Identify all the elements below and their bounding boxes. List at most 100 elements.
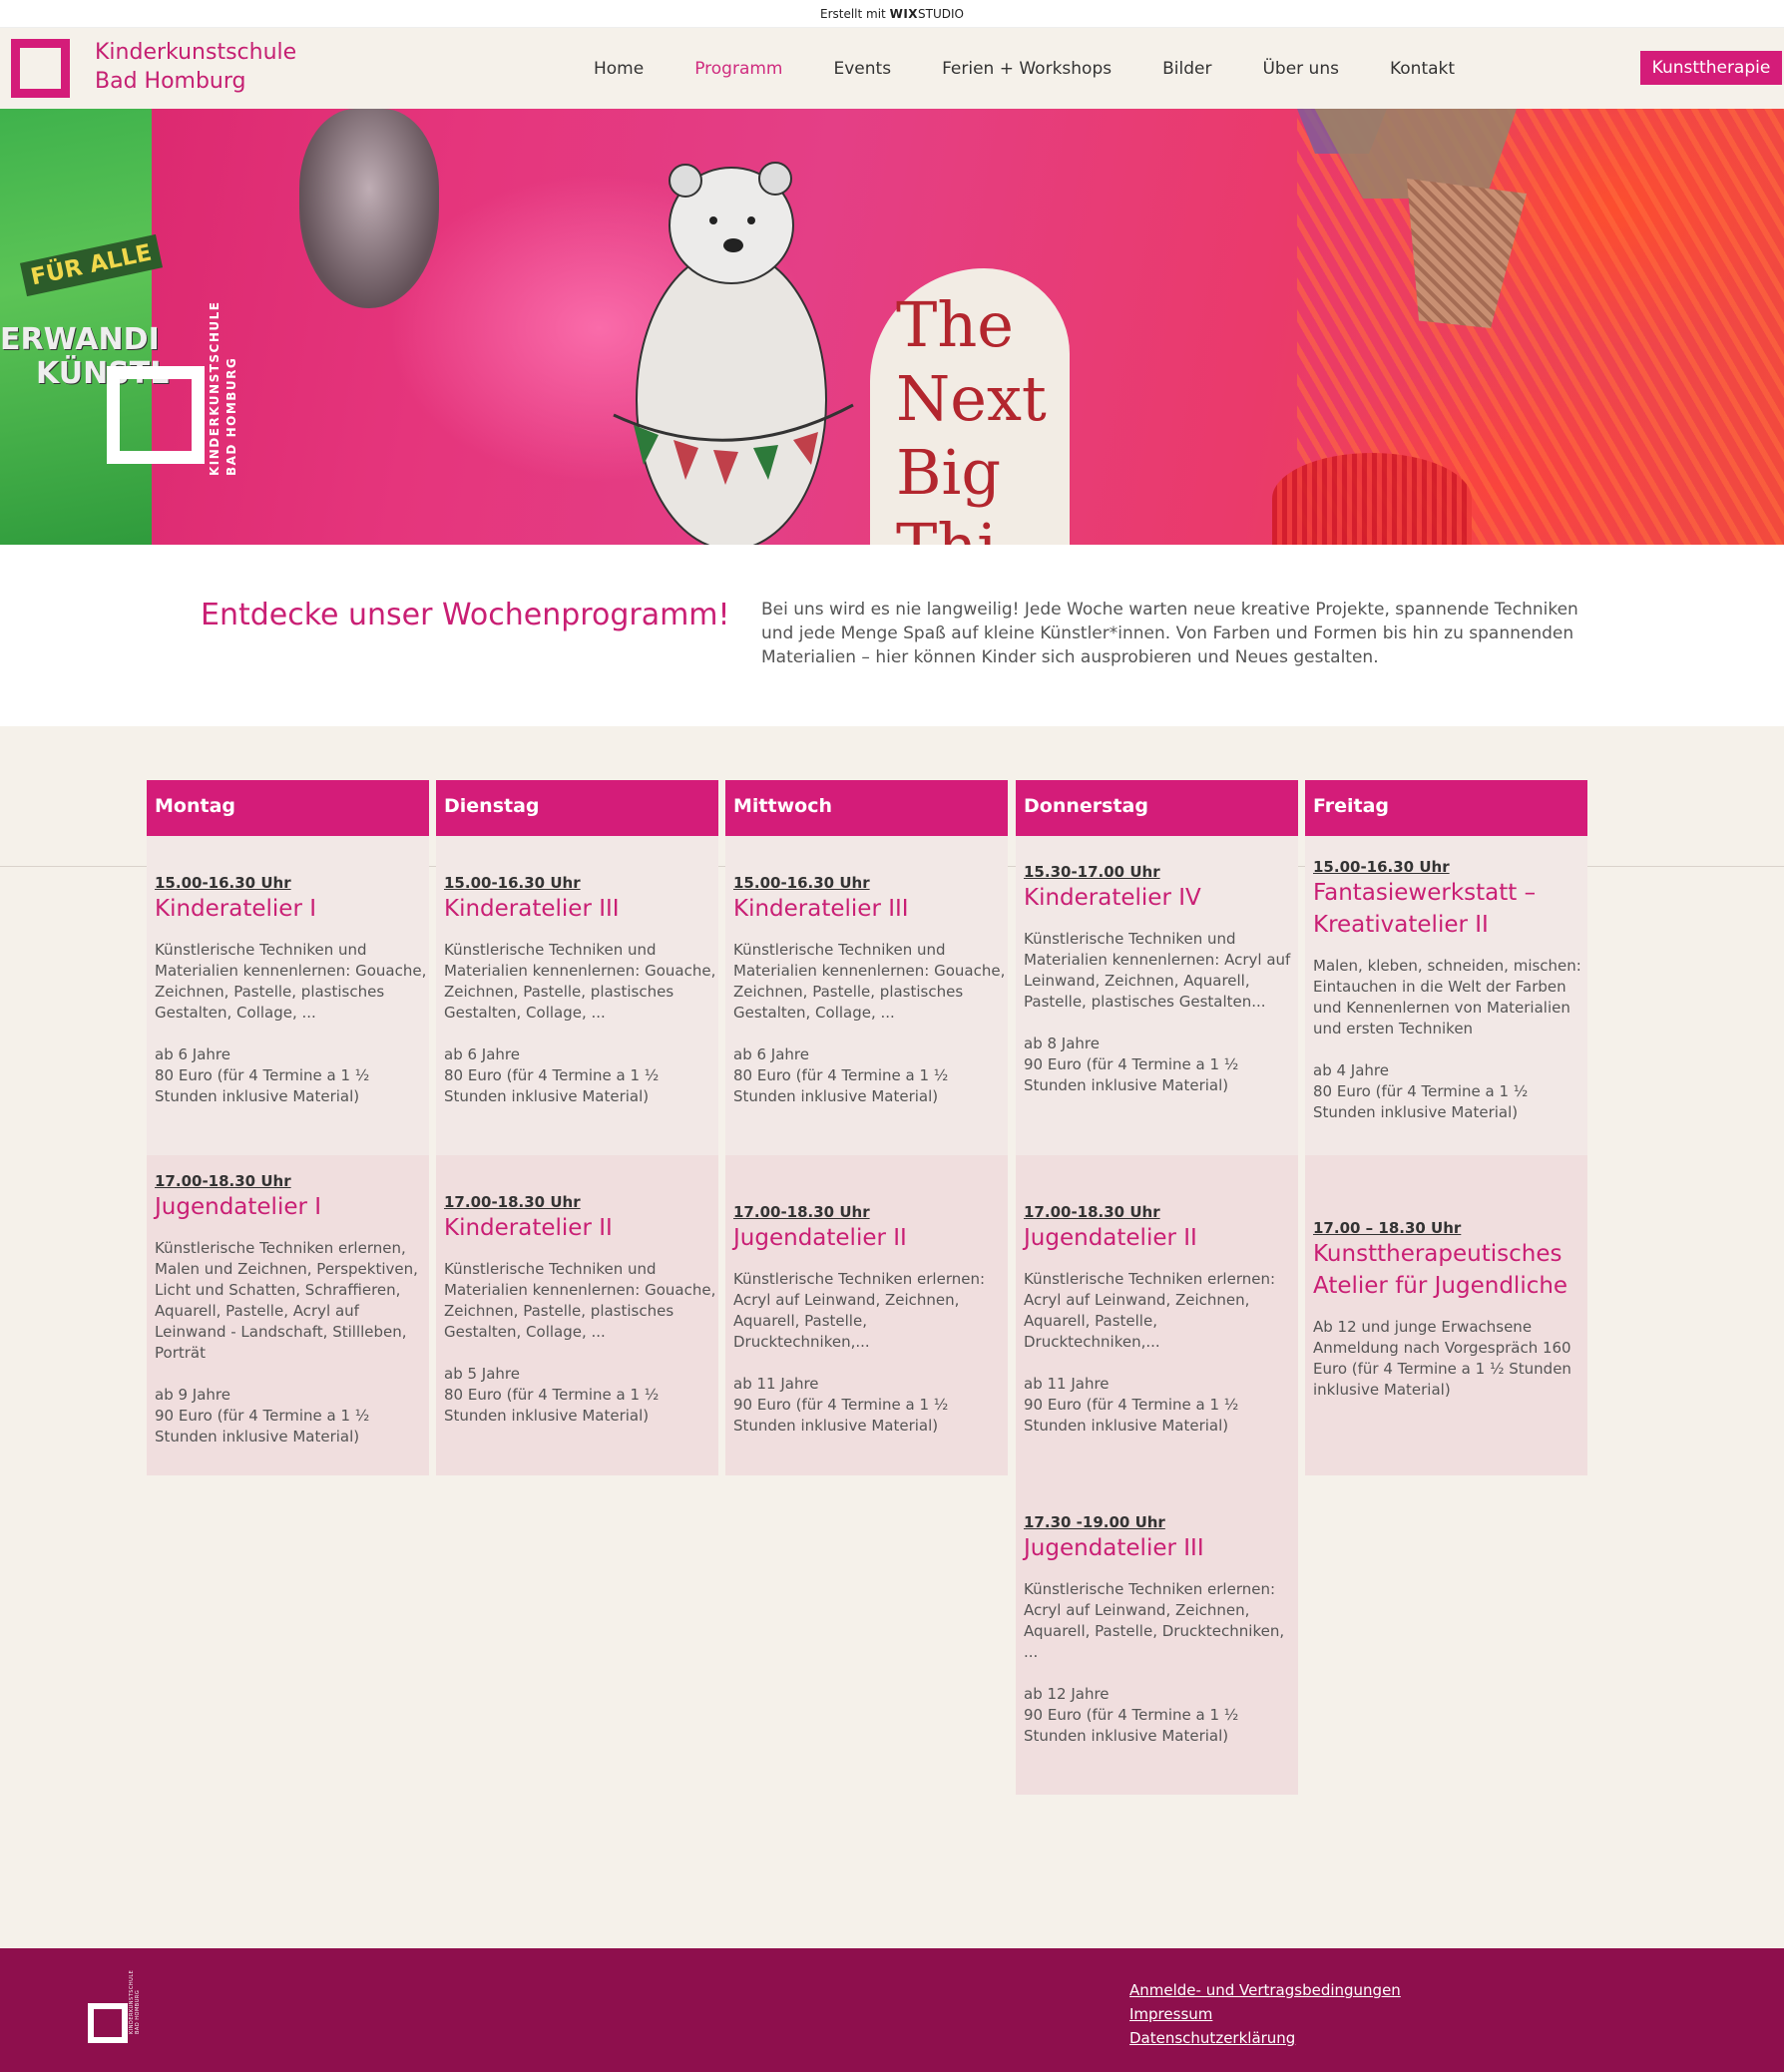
- hero-logo-square-icon: [107, 366, 205, 464]
- nav-home[interactable]: Home: [594, 59, 644, 79]
- link-datenschutz[interactable]: Datenschutzerklärung: [1129, 2026, 1401, 2050]
- course-price: 80 Euro (für 4 Termine a 1 ½ Stunden ink…: [733, 1066, 949, 1105]
- course-time: 17.00-18.30 Uhr: [733, 1203, 870, 1221]
- course-price: 90 Euro (für 4 Termine a 1 ½ Stunden ink…: [155, 1407, 370, 1446]
- course-time: 15.00-16.30 Uhr: [1313, 858, 1450, 876]
- course-card[interactable]: 17.00-18.30 Uhr Jugendatelier II Künstle…: [733, 1203, 1008, 1437]
- course-price: 80 Euro (für 4 Termine a 1 ½ Stunden ink…: [444, 1066, 660, 1105]
- course-price: 90 Euro (für 4 Termine a 1 ½ Stunden ink…: [1024, 1706, 1239, 1745]
- wix-banner-suffix: STUDIO: [918, 7, 965, 21]
- nav-ferien-workshops[interactable]: Ferien + Workshops: [942, 59, 1112, 79]
- course-price: 90 Euro (für 4 Termine a 1 ½ Stunden ink…: [1024, 1055, 1239, 1094]
- course-age: ab 11 Jahre: [733, 1375, 819, 1393]
- course-description: Künstlerische Techniken und Materialien …: [733, 941, 1006, 1022]
- course-card[interactable]: 17.30 -19.00 Uhr Jugendatelier III Künst…: [1024, 1513, 1298, 1747]
- course-description: Malen, kleben, schneiden, mischen: Einta…: [1313, 957, 1581, 1037]
- course-description: Künstlerische Techniken und Materialien …: [444, 941, 716, 1022]
- course-age: ab 11 Jahre: [1024, 1375, 1110, 1393]
- hero-raccoon-collage: [299, 109, 439, 308]
- hero-headline-line-4: Thi: [896, 510, 1047, 545]
- course-description: Künstlerische Techniken erlernen: Acryl …: [733, 1270, 986, 1351]
- course-description: Künstlerische Techniken erlernen, Malen …: [155, 1239, 418, 1362]
- course-time: 15.30-17.00 Uhr: [1024, 863, 1160, 881]
- course-price: 80 Euro (für 4 Termine a 1 ½ Stunden ink…: [1313, 1082, 1529, 1121]
- brand-line-2: Bad Homburg: [95, 69, 246, 94]
- nav-bilder[interactable]: Bilder: [1162, 59, 1211, 79]
- course-description: Künstlerische Techniken und Materialien …: [444, 1260, 716, 1341]
- hero-red-texture: [1272, 453, 1472, 545]
- bear-illustration: [613, 162, 854, 545]
- brand-line-1: Kinderkunstschule: [95, 40, 297, 65]
- hero-logo-line-1: KINDERKUNSTSCHULE: [208, 300, 222, 477]
- course-card[interactable]: 17.00-18.30 Uhr Jugendatelier I Künstler…: [155, 1172, 429, 1448]
- hero-headline: The Next Big Thi: [896, 288, 1047, 545]
- nav-kontakt[interactable]: Kontakt: [1390, 59, 1455, 79]
- course-title: Fantasiewerkstatt – Kreativatelier II: [1313, 880, 1537, 938]
- course-title: Kinderatelier III: [733, 896, 909, 922]
- wix-banner[interactable]: Erstellt mit WIXSTUDIO: [0, 0, 1784, 28]
- course-time: 15.00-16.30 Uhr: [155, 874, 291, 892]
- link-impressum[interactable]: Impressum: [1129, 2002, 1401, 2026]
- course-age: ab 8 Jahre: [1024, 1035, 1100, 1052]
- course-price: Anmeldung nach Vorgespräch 160 Euro (für…: [1313, 1339, 1571, 1399]
- kunsttherapie-button[interactable]: Kunsttherapie: [1640, 51, 1782, 85]
- nav-events[interactable]: Events: [834, 59, 892, 79]
- course-title: Jugendatelier II: [1024, 1225, 1197, 1251]
- footer-logo-text: KINDERKUNSTSCHULE BAD HOMBURG: [129, 1969, 141, 2034]
- day-header-montag: Montag: [147, 780, 429, 836]
- course-description: Künstlerische Techniken und Materialien …: [155, 941, 427, 1022]
- course-price: 90 Euro (für 4 Termine a 1 ½ Stunden ink…: [733, 1396, 949, 1435]
- course-age: ab 6 Jahre: [733, 1045, 809, 1063]
- course-age: ab 4 Jahre: [1313, 1061, 1389, 1079]
- day-header-donnerstag: Donnerstag: [1016, 780, 1298, 836]
- course-time: 15.00-16.30 Uhr: [444, 874, 581, 892]
- course-age: ab 12 Jahre: [1024, 1685, 1110, 1703]
- course-card[interactable]: 15.00-16.30 Uhr Kinderatelier I Künstler…: [155, 874, 429, 1107]
- hero-logo-text: KINDERKUNSTSCHULE BAD HOMBURG: [207, 266, 246, 477]
- wix-logo: WIX: [889, 7, 919, 21]
- brand-name[interactable]: Kinderkunstschule Bad Homburg: [95, 38, 296, 96]
- course-title: Kunsttherapeutisches Atelier für Jugendl…: [1313, 1241, 1568, 1299]
- course-time: 17.00 – 18.30 Uhr: [1313, 1219, 1462, 1237]
- main-nav: Home Programm Events Ferien + Workshops …: [594, 28, 1506, 109]
- course-description: Künstlerische Techniken erlernen: Acryl …: [1024, 1580, 1285, 1661]
- course-price: 90 Euro (für 4 Termine a 1 ½ Stunden ink…: [1024, 1396, 1239, 1435]
- course-description: Künstlerische Techniken erlernen: Acryl …: [1024, 1270, 1276, 1351]
- day-header-dienstag: Dienstag: [436, 780, 718, 836]
- course-title: Kinderatelier IV: [1024, 885, 1201, 911]
- nav-programm[interactable]: Programm: [694, 59, 782, 79]
- course-card[interactable]: 17.00-18.30 Uhr Kinderatelier II Künstle…: [444, 1193, 718, 1427]
- intro-section: Entdecke unser Wochenprogramm! Bei uns w…: [0, 545, 1784, 726]
- course-card[interactable]: 15.00-16.30 Uhr Kinderatelier III Künstl…: [444, 874, 718, 1107]
- link-anmeldebedingungen[interactable]: Anmelde- und Vertragsbedingungen: [1129, 1978, 1401, 2002]
- course-time: 15.00-16.30 Uhr: [733, 874, 870, 892]
- nav-ueber-uns[interactable]: Über uns: [1262, 59, 1339, 79]
- day-header-mittwoch: Mittwoch: [725, 780, 1008, 836]
- course-card[interactable]: 15.00-16.30 Uhr Fantasiewerkstatt – Krea…: [1313, 858, 1587, 1123]
- hero-word-1: ERWANDI: [0, 322, 160, 357]
- course-description: Künstlerische Techniken und Materialien …: [1024, 930, 1291, 1011]
- logo-square-icon[interactable]: [11, 39, 70, 98]
- wix-banner-prefix: Erstellt mit: [819, 7, 886, 21]
- hero-image: FÜR ALLE ERWANDI KÜNSTL KINDERKUNSTSCHUL…: [0, 109, 1784, 545]
- hero-headline-line-3: Big: [896, 436, 1002, 509]
- course-age: ab 6 Jahre: [444, 1045, 520, 1063]
- course-card[interactable]: 17.00 – 18.30 Uhr Kunsttherapeutisches A…: [1313, 1219, 1587, 1401]
- course-age: ab 5 Jahre: [444, 1365, 520, 1383]
- footer-links: Anmelde- und Vertragsbedingungen Impress…: [1129, 1978, 1401, 2050]
- course-card[interactable]: 15.00-16.30 Uhr Kinderatelier III Künstl…: [733, 874, 1008, 1107]
- course-time: 17.30 -19.00 Uhr: [1024, 1513, 1165, 1531]
- course-title: Jugendatelier II: [733, 1225, 907, 1251]
- intro-text: Bei uns wird es nie langweilig! Jede Woc…: [761, 600, 1578, 667]
- section-title: Entdecke unser Wochenprogramm!: [201, 598, 730, 632]
- course-card[interactable]: 17.00-18.30 Uhr Jugendatelier II Künstle…: [1024, 1203, 1298, 1437]
- course-card[interactable]: 15.30-17.00 Uhr Kinderatelier IV Künstle…: [1024, 863, 1298, 1096]
- course-age: Ab 12 und junge Erwachsene: [1313, 1318, 1533, 1336]
- course-time: 17.00-18.30 Uhr: [444, 1193, 581, 1211]
- day-header-freitag: Freitag: [1305, 780, 1587, 836]
- course-price: 80 Euro (für 4 Termine a 1 ½ Stunden ink…: [155, 1066, 370, 1105]
- footer-logo-icon[interactable]: [88, 2003, 128, 2043]
- course-title: Kinderatelier II: [444, 1215, 613, 1241]
- course-title: Kinderatelier III: [444, 896, 620, 922]
- course-title: Jugendatelier I: [155, 1194, 322, 1220]
